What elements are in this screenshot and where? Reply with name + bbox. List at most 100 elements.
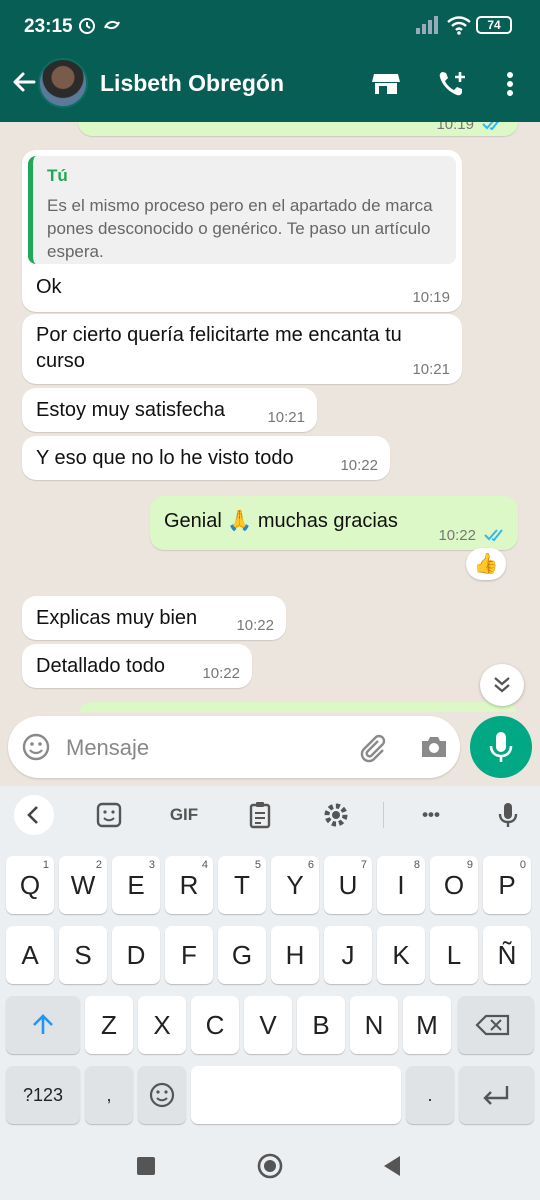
key[interactable]: Q1 [6,856,54,914]
key-hint: 1 [42,859,49,871]
key[interactable]: T5 [218,856,266,914]
key-label: R [179,870,199,900]
key-label: I [397,870,405,900]
settings-gear-icon[interactable] [319,798,353,832]
recents-square-icon[interactable] [132,1152,160,1180]
scroll-to-bottom-button[interactable] [480,664,524,706]
message-bubble-incoming[interactable]: Por cierto quería felicitarte me encanta… [22,314,462,384]
backspace-icon [475,1014,510,1036]
key-label: Y [286,870,304,900]
back-triangle-icon[interactable] [378,1152,406,1180]
contact-name[interactable]: Lisbeth Obregón [100,70,284,97]
key[interactable]: Y6 [271,856,319,914]
key-label: W [70,870,96,900]
keyboard[interactable]: GIF ••• Q1 W2 E3 R4 T5 Y6 U7 I8 O9 P0 A … [0,786,540,1130]
comma-key[interactable]: , [85,1066,133,1124]
key[interactable]: G [218,926,266,984]
key[interactable]: R4 [165,856,213,914]
gif-button[interactable]: GIF [164,798,204,832]
message-text: muchas gracias [257,510,398,532]
emoji-key[interactable] [138,1066,186,1124]
message-bubble-outgoing-partial[interactable]: 10:19 [78,122,518,136]
key[interactable]: U7 [324,856,372,914]
key[interactable]: L [430,926,478,984]
key[interactable]: D [112,926,160,984]
chat-header: Lisbeth Obregón [0,52,540,122]
quoted-message[interactable]: Tú Es el mismo proceso pero en el aparta… [28,156,456,264]
key[interactable]: Z [85,996,133,1054]
symbols-key[interactable]: ?123 [6,1066,80,1124]
key[interactable]: V [244,996,292,1054]
key[interactable]: I8 [377,856,425,914]
key[interactable]: X [138,996,186,1054]
backspace-key[interactable] [458,996,534,1054]
key[interactable]: K [377,926,425,984]
key-label: U [338,870,358,900]
message-bubble-incoming[interactable]: Explicas muy bien 10:22 [22,596,286,640]
more-options-icon[interactable] [494,68,526,100]
voice-input-icon[interactable] [491,798,525,832]
key[interactable]: C [191,996,239,1054]
signal-icon [416,16,438,34]
back-arrow-icon[interactable] [8,66,40,98]
keyboard-toolbar: GIF ••• [0,786,540,844]
message-bubble-outgoing-partial[interactable] [78,702,518,712]
emoji-icon[interactable] [20,731,52,763]
toolbar-collapse-button[interactable] [14,795,54,835]
voice-message-button[interactable] [470,716,532,778]
message-time: 10:22 [340,457,378,474]
chat-area[interactable]: 10:19 Tú Es el mismo proceso pero en el … [0,122,540,712]
message-text: Genial [164,510,222,532]
message-bubble-outgoing[interactable]: Genial 🙏 muchas gracias 10:22 [150,496,518,550]
key-hint: 6 [307,859,314,871]
message-bubble-incoming-reply[interactable]: Tú Es el mismo proceso pero en el aparta… [22,150,462,312]
key[interactable]: B [297,996,345,1054]
add-call-icon[interactable] [436,68,468,100]
system-nav-bar [0,1130,540,1200]
shift-key[interactable] [6,996,80,1054]
period-key[interactable]: . [406,1066,454,1124]
key-label: T [234,870,250,900]
space-bar[interactable] [191,1066,401,1124]
message-bubble-incoming[interactable]: Estoy muy satisfecha 10:21 [22,388,317,432]
key[interactable]: E3 [112,856,160,914]
key[interactable]: P0 [483,856,531,914]
sticker-icon[interactable] [92,798,126,832]
message-input-bar[interactable]: Mensaje [8,716,460,778]
message-bubble-incoming[interactable]: Y eso que no lo he visto todo 10:22 [22,436,390,480]
key[interactable]: J [324,926,372,984]
key[interactable]: M [403,996,451,1054]
camera-icon[interactable] [418,731,450,763]
message-time: 10:19 [412,289,450,306]
key[interactable]: S [59,926,107,984]
shift-arrow-icon [33,1014,53,1034]
attach-paperclip-icon[interactable] [356,731,388,763]
key[interactable]: F [165,926,213,984]
wifi-icon [447,16,471,35]
message-input[interactable]: Mensaje [66,735,149,761]
key-label: E [127,870,145,900]
chevron-left-icon [27,806,38,824]
message-bubble-incoming[interactable]: Detallado todo 10:22 [22,644,252,688]
message-time: 10:22 [202,665,240,682]
more-tools-button[interactable]: ••• [412,798,450,832]
home-circle-icon[interactable] [256,1152,284,1180]
quote-text: Es el mismo proceso pero en el apartado … [47,196,433,261]
double-chevron-down-icon [494,677,510,693]
key-hint: 0 [519,859,526,871]
praying-hands-emoji: 🙏 [227,510,253,532]
reaction-badge[interactable]: 👍 [466,548,506,580]
read-ticks-icon [482,122,499,131]
key[interactable]: O9 [430,856,478,914]
key[interactable]: W2 [59,856,107,914]
clipboard-icon[interactable] [243,798,277,832]
enter-arrow-icon [483,1086,509,1105]
key[interactable]: H [271,926,319,984]
enter-key[interactable] [459,1066,534,1124]
key[interactable]: N [350,996,398,1054]
catalog-store-icon[interactable] [370,68,402,100]
contact-avatar[interactable] [38,58,88,108]
key[interactable]: Ñ [483,926,531,984]
key[interactable]: A [6,926,54,984]
message-text: Explicas muy bien [36,607,198,629]
